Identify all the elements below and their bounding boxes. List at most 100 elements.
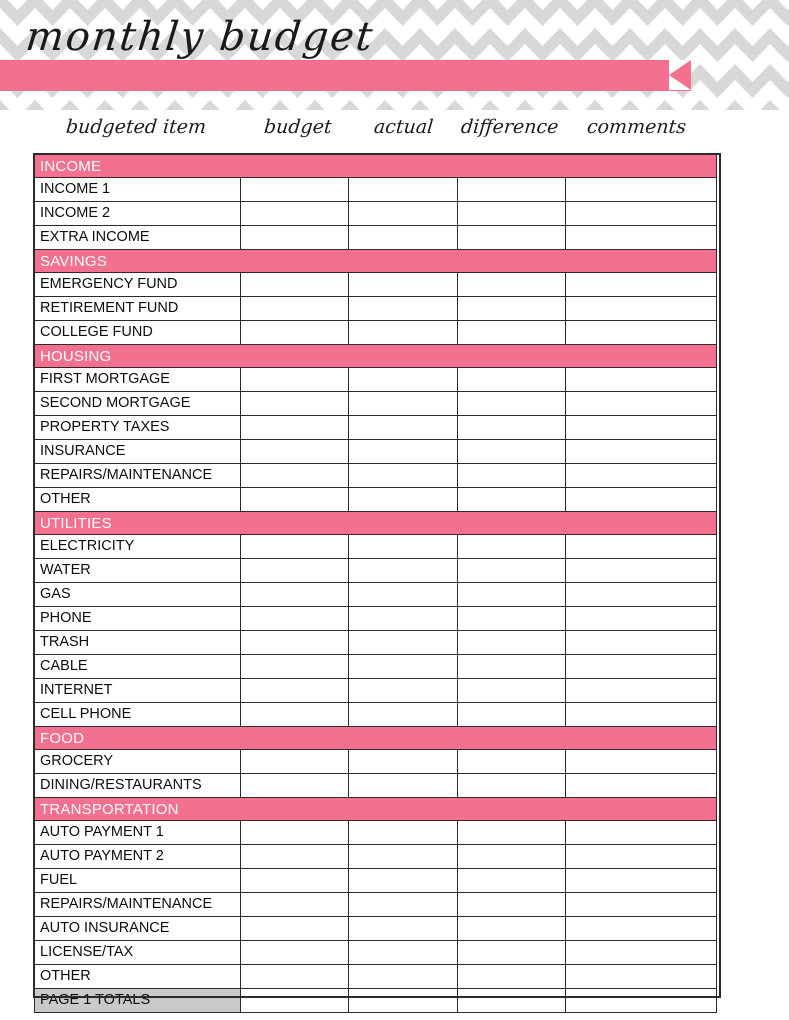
budget-input-cell[interactable] [240, 844, 349, 869]
difference-input-cell[interactable] [457, 773, 566, 798]
budget-input-cell[interactable] [240, 391, 349, 416]
actual-input-cell[interactable] [348, 272, 458, 297]
comments-input-cell[interactable] [564, 558, 718, 583]
budget-input-cell[interactable] [240, 773, 349, 798]
budget-input-cell[interactable] [240, 463, 349, 488]
difference-input-cell[interactable] [457, 892, 566, 917]
comments-input-cell[interactable] [564, 749, 718, 774]
difference-input-cell[interactable] [457, 844, 566, 869]
actual-input-cell[interactable] [348, 964, 458, 989]
budget-input-cell[interactable] [240, 749, 349, 774]
comments-input-cell[interactable] [564, 678, 718, 703]
comments-input-cell[interactable] [564, 868, 718, 893]
actual-input-cell[interactable] [348, 463, 458, 488]
actual-input-cell[interactable] [348, 534, 458, 559]
comments-input-cell[interactable] [564, 177, 718, 202]
budget-input-cell[interactable] [240, 964, 349, 989]
comments-input-cell[interactable] [564, 606, 718, 631]
actual-input-cell[interactable] [348, 320, 458, 345]
difference-input-cell[interactable] [457, 391, 566, 416]
comments-input-cell[interactable] [564, 702, 718, 727]
comments-input-cell[interactable] [564, 439, 718, 464]
difference-input-cell[interactable] [457, 439, 566, 464]
comments-input-cell[interactable] [564, 487, 718, 512]
budget-input-cell[interactable] [240, 558, 349, 583]
comments-input-cell[interactable] [564, 773, 718, 798]
budget-input-cell[interactable] [240, 272, 349, 297]
comments-input-cell[interactable] [564, 844, 718, 869]
actual-input-cell[interactable] [348, 892, 458, 917]
actual-input-cell[interactable] [348, 749, 458, 774]
actual-input-cell[interactable] [348, 702, 458, 727]
actual-input-cell[interactable] [348, 940, 458, 965]
budget-input-cell[interactable] [240, 320, 349, 345]
difference-input-cell[interactable] [457, 916, 566, 941]
actual-input-cell[interactable] [348, 225, 458, 250]
budget-input-cell[interactable] [240, 868, 349, 893]
budget-input-cell[interactable] [240, 367, 349, 392]
budget-input-cell[interactable] [240, 630, 349, 655]
comments-input-cell[interactable] [564, 940, 718, 965]
difference-input-cell[interactable] [457, 630, 566, 655]
difference-input-cell[interactable] [457, 820, 566, 845]
actual-input-cell[interactable] [348, 844, 458, 869]
budget-input-cell[interactable] [240, 702, 349, 727]
budget-input-cell[interactable] [240, 439, 349, 464]
actual-input-cell[interactable] [348, 820, 458, 845]
difference-input-cell[interactable] [457, 654, 566, 679]
difference-input-cell[interactable] [457, 225, 566, 250]
difference-input-cell[interactable] [457, 582, 566, 607]
actual-input-cell[interactable] [348, 367, 458, 392]
actual-input-cell[interactable] [348, 916, 458, 941]
budget-input-cell[interactable] [240, 177, 349, 202]
difference-input-cell[interactable] [457, 201, 566, 226]
actual-input-cell[interactable] [348, 582, 458, 607]
actual-input-cell[interactable] [348, 201, 458, 226]
actual-input-cell[interactable] [348, 177, 458, 202]
budget-input-cell[interactable] [240, 487, 349, 512]
budget-input-cell[interactable] [240, 415, 349, 440]
comments-input-cell[interactable] [564, 272, 718, 297]
budget-input-cell[interactable] [240, 654, 349, 679]
actual-input-cell[interactable] [348, 296, 458, 321]
difference-input-cell[interactable] [457, 272, 566, 297]
difference-input-cell[interactable] [457, 868, 566, 893]
comments-input-cell[interactable] [564, 582, 718, 607]
actual-input-cell[interactable] [348, 773, 458, 798]
actual-input-cell[interactable] [348, 487, 458, 512]
totals-comments-cell[interactable] [564, 988, 718, 1013]
difference-input-cell[interactable] [457, 177, 566, 202]
actual-input-cell[interactable] [348, 558, 458, 583]
comments-input-cell[interactable] [564, 463, 718, 488]
budget-input-cell[interactable] [240, 940, 349, 965]
actual-input-cell[interactable] [348, 868, 458, 893]
difference-input-cell[interactable] [457, 296, 566, 321]
actual-input-cell[interactable] [348, 654, 458, 679]
comments-input-cell[interactable] [564, 391, 718, 416]
difference-input-cell[interactable] [457, 320, 566, 345]
difference-input-cell[interactable] [457, 415, 566, 440]
comments-input-cell[interactable] [564, 916, 718, 941]
comments-input-cell[interactable] [564, 654, 718, 679]
actual-input-cell[interactable] [348, 678, 458, 703]
comments-input-cell[interactable] [564, 820, 718, 845]
totals-actual-cell[interactable] [348, 988, 458, 1013]
difference-input-cell[interactable] [457, 606, 566, 631]
budget-input-cell[interactable] [240, 534, 349, 559]
difference-input-cell[interactable] [457, 558, 566, 583]
comments-input-cell[interactable] [564, 630, 718, 655]
comments-input-cell[interactable] [564, 534, 718, 559]
difference-input-cell[interactable] [457, 749, 566, 774]
actual-input-cell[interactable] [348, 630, 458, 655]
actual-input-cell[interactable] [348, 439, 458, 464]
difference-input-cell[interactable] [457, 964, 566, 989]
comments-input-cell[interactable] [564, 892, 718, 917]
difference-input-cell[interactable] [457, 940, 566, 965]
comments-input-cell[interactable] [564, 201, 718, 226]
actual-input-cell[interactable] [348, 606, 458, 631]
budget-input-cell[interactable] [240, 582, 349, 607]
comments-input-cell[interactable] [564, 964, 718, 989]
totals-difference-cell[interactable] [457, 988, 566, 1013]
difference-input-cell[interactable] [457, 463, 566, 488]
budget-input-cell[interactable] [240, 820, 349, 845]
